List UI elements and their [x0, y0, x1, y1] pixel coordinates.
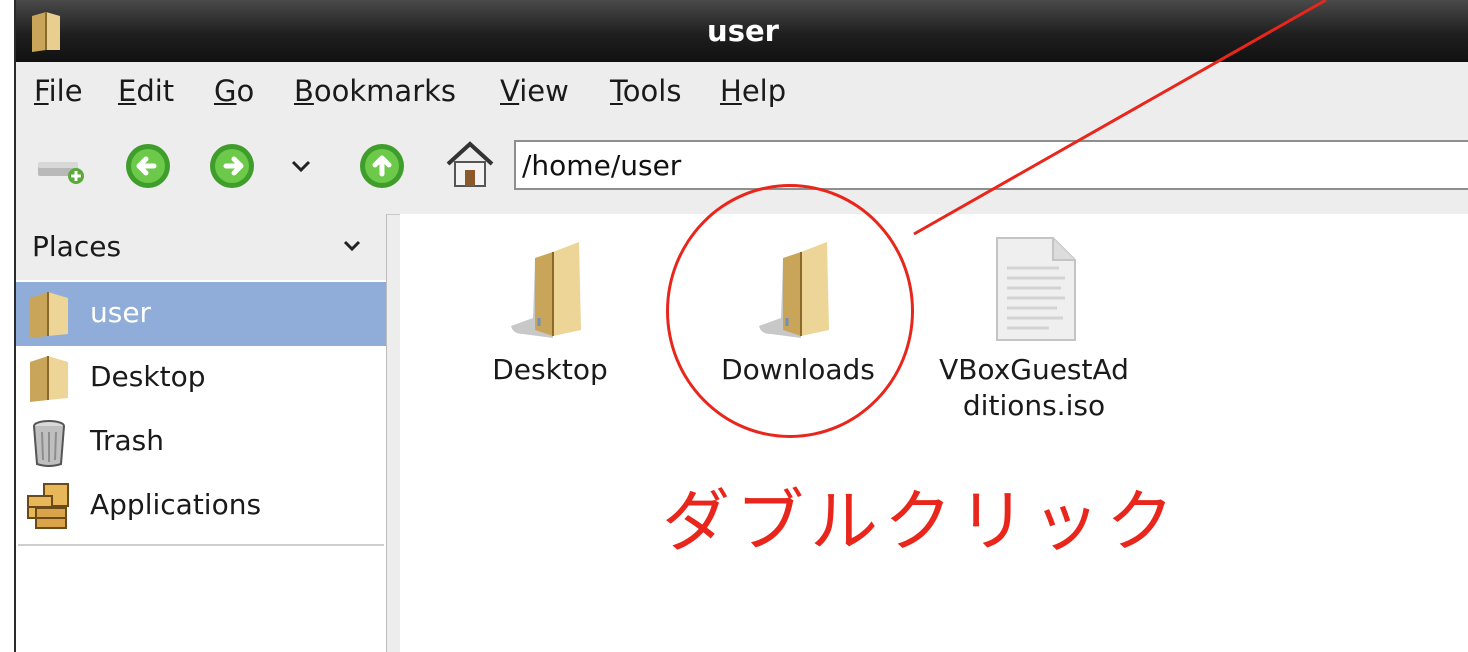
annotation-circle: [666, 184, 914, 438]
annotation-text: ダブルクリック: [662, 483, 1181, 562]
